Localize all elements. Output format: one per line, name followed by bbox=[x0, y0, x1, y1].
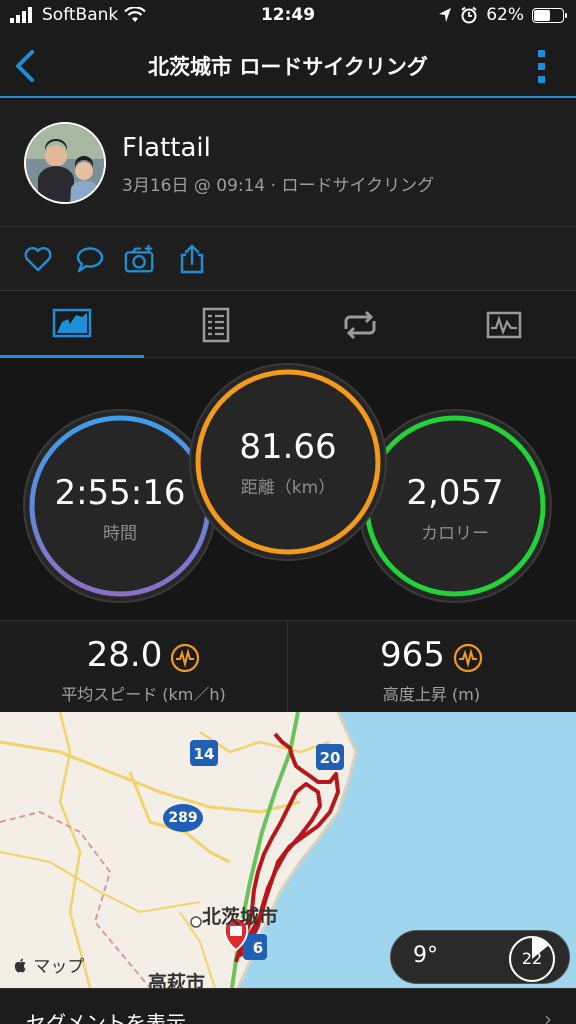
battery-icon bbox=[532, 7, 567, 23]
avg-speed-label: 平均スピード (km／h) bbox=[61, 685, 226, 704]
charts-pulse-icon bbox=[486, 311, 522, 339]
avg-speed-value: 28.0 bbox=[86, 635, 163, 675]
distance-value: 81.66 bbox=[239, 426, 337, 467]
chevron-right-icon: › bbox=[544, 1007, 552, 1024]
route-map[interactable]: 14 20 289 6 北茨城市 高萩市 マップ 9° 22 bbox=[0, 712, 576, 988]
nav-bar: 北茨城市 ロードサイクリング bbox=[0, 34, 576, 98]
route-shield-289: 289 bbox=[168, 810, 198, 826]
user-name: Flattail bbox=[122, 133, 211, 163]
weather-pill[interactable]: 9° 22 bbox=[390, 930, 570, 984]
like-heart-icon[interactable] bbox=[22, 243, 54, 275]
city-label-takahagi: 高萩市 bbox=[148, 972, 206, 988]
calories-value: 2,057 bbox=[406, 472, 504, 513]
apple-logo-icon bbox=[14, 958, 26, 973]
summary-rings: 2:55:16 時間 81.66 距離（km） 2,057 カロリー bbox=[0, 358, 576, 620]
route-shield-20: 20 bbox=[319, 749, 341, 767]
maps-label-text: マップ bbox=[33, 957, 85, 977]
apple-maps-logo: マップ bbox=[14, 952, 84, 977]
distance-ring[interactable]: 81.66 距離（km） bbox=[200, 374, 376, 550]
city-label-kitaibaraki: 北茨城市 bbox=[202, 906, 279, 928]
comment-bubble-icon[interactable] bbox=[74, 243, 106, 275]
speed-graph-icon bbox=[170, 642, 200, 672]
tab-charts[interactable] bbox=[432, 291, 576, 358]
status-bar: SoftBank 12:49 62% bbox=[0, 0, 576, 34]
tab-laps[interactable] bbox=[288, 291, 432, 358]
temperature: 9° bbox=[413, 943, 438, 968]
action-bar bbox=[0, 226, 576, 290]
stats-list-icon bbox=[202, 307, 230, 343]
status-right: 62% bbox=[438, 5, 567, 25]
metrics-row: 28.0 平均スピード (km／h) 965 高度上昇 (m) bbox=[0, 620, 576, 713]
elevation-gain-metric[interactable]: 965 高度上昇 (m) bbox=[288, 621, 575, 713]
distance-label: 距離（km） bbox=[240, 477, 336, 498]
wind-direction-icon bbox=[532, 937, 549, 959]
time-ring[interactable]: 2:55:16 時間 bbox=[32, 420, 208, 596]
avg-speed-metric[interactable]: 28.0 平均スピード (km／h) bbox=[0, 621, 287, 713]
tab-stats[interactable] bbox=[144, 291, 288, 358]
route-shield-14: 14 bbox=[193, 745, 215, 763]
activity-header: Flattail 3月16日 @ 09:14 · ロードサイクリング bbox=[0, 100, 576, 226]
battery-percent: 62% bbox=[486, 5, 524, 25]
elevation-gain-label: 高度上昇 (m) bbox=[382, 685, 481, 704]
back-chevron-icon[interactable] bbox=[10, 46, 44, 86]
elevation-graph-icon bbox=[453, 642, 483, 672]
calories-ring[interactable]: 2,057 カロリー bbox=[367, 420, 543, 596]
page-title: 北茨城市 ロードサイクリング bbox=[148, 55, 428, 79]
alarm-icon bbox=[461, 6, 477, 24]
overview-chart-icon bbox=[52, 308, 92, 338]
time-value: 2:55:16 bbox=[54, 472, 186, 513]
view-segments-row[interactable]: セグメントを表示 › bbox=[0, 988, 576, 1024]
time-label: 時間 bbox=[103, 523, 137, 544]
share-icon[interactable] bbox=[176, 243, 208, 275]
view-segments-label: セグメントを表示 bbox=[26, 1011, 186, 1024]
location-arrow-icon bbox=[439, 8, 452, 22]
tab-overview[interactable] bbox=[0, 291, 144, 358]
route-shield-6: 6 bbox=[252, 939, 264, 957]
more-vertical-icon[interactable] bbox=[538, 48, 546, 86]
detail-tabs bbox=[0, 290, 576, 358]
add-photo-camera-icon[interactable] bbox=[124, 243, 156, 275]
laps-loop-icon bbox=[344, 310, 376, 340]
avatar[interactable] bbox=[24, 122, 106, 204]
activity-subtitle: 3月16日 @ 09:14 · ロードサイクリング bbox=[122, 176, 435, 196]
calories-label: カロリー bbox=[421, 523, 489, 544]
elevation-gain-value: 965 bbox=[380, 635, 445, 675]
